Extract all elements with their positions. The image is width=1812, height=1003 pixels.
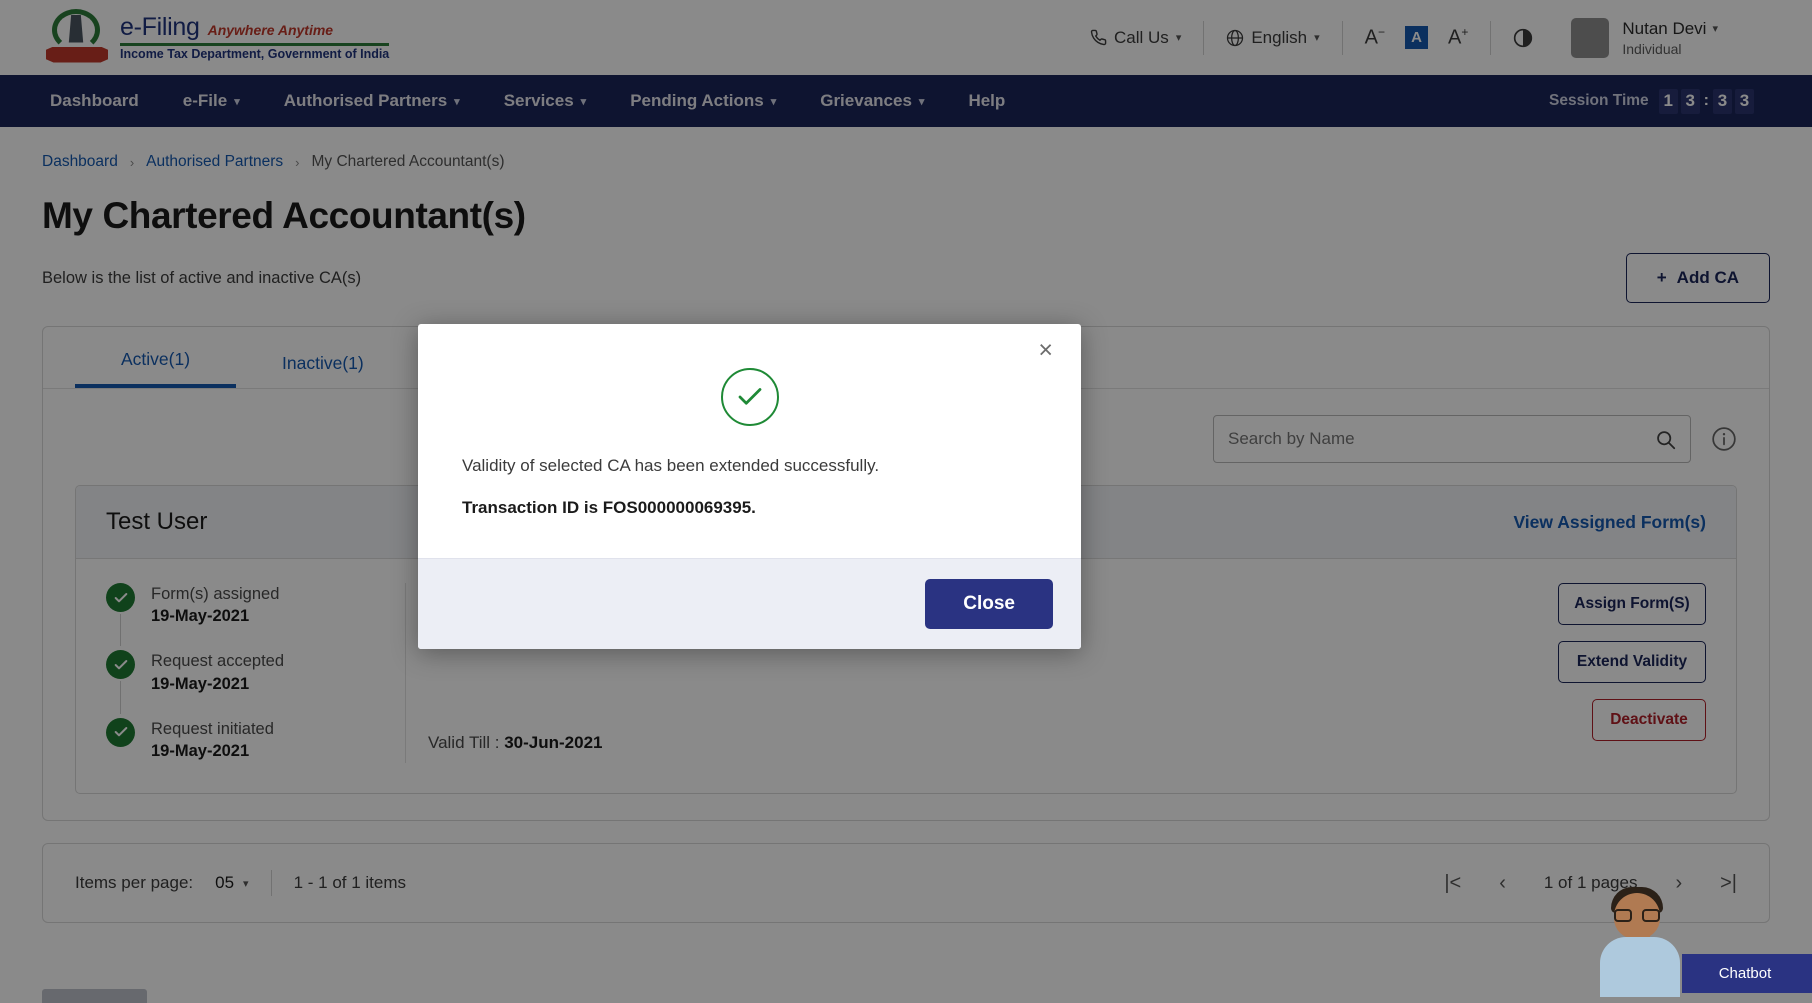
modal-body: × Validity of selected CA has been exten… — [418, 324, 1081, 558]
modal-message: Validity of selected CA has been extende… — [462, 456, 1037, 498]
success-check-icon — [721, 368, 779, 426]
close-icon[interactable]: × — [1038, 338, 1053, 363]
chatbot-widget[interactable]: Chatbot — [1590, 880, 1812, 1003]
modal-transaction-id: Transaction ID is FOS000000069395. — [462, 498, 1037, 528]
chatbot-label[interactable]: Chatbot — [1682, 954, 1812, 993]
modal-footer: Close — [418, 558, 1081, 649]
chatbot-avatar-icon — [1600, 887, 1682, 995]
success-modal: × Validity of selected CA has been exten… — [418, 324, 1081, 649]
modal-status-icon-wrap — [462, 342, 1037, 456]
page-root: e-Filing Anywhere Anytime Income Tax Dep… — [0, 0, 1812, 1003]
modal-close-button[interactable]: Close — [925, 579, 1053, 629]
